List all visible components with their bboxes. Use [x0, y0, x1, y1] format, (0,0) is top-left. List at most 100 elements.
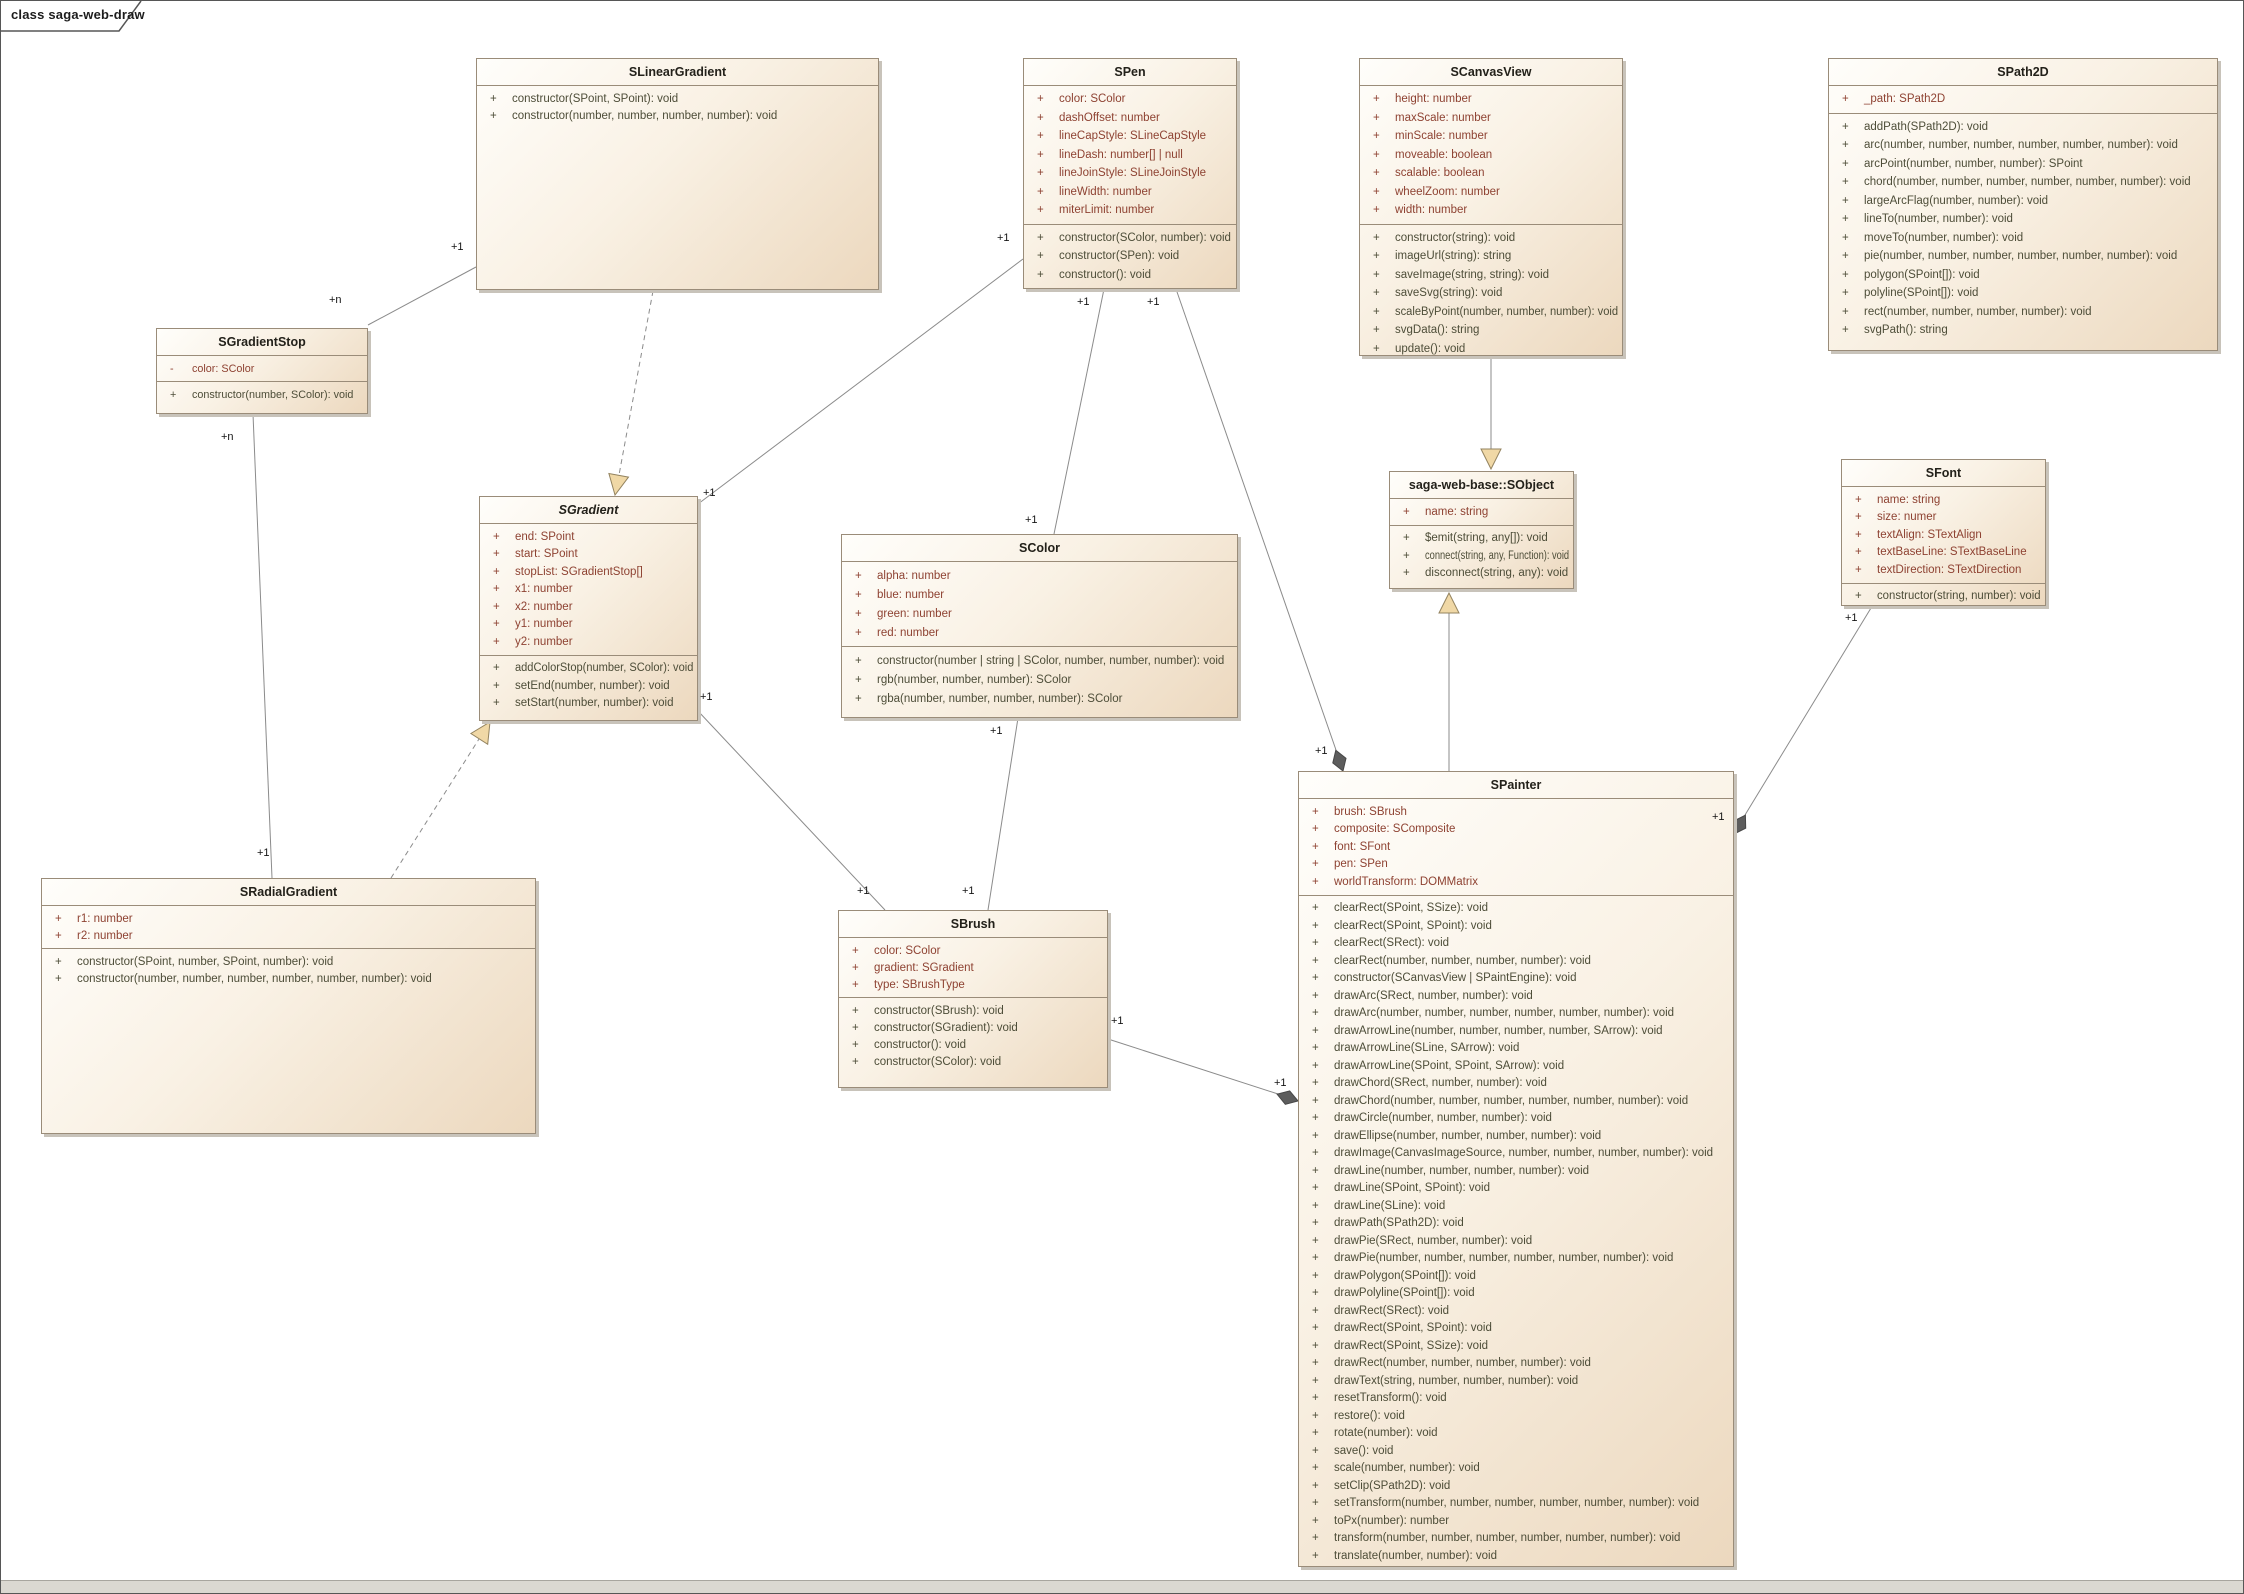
method-row[interactable]: +setEnd(number, number): void: [480, 677, 697, 695]
attr-row[interactable]: +green: number: [842, 604, 1237, 623]
method-row[interactable]: +restore(): void: [1299, 1407, 1733, 1425]
method-row[interactable]: +disconnect(string, any): void: [1390, 565, 1573, 583]
method-row[interactable]: +constructor(SPen): void: [1024, 247, 1236, 266]
method-row[interactable]: +drawChord(number, number, number, numbe…: [1299, 1092, 1733, 1110]
attr-row[interactable]: +height: number: [1360, 90, 1622, 109]
class-SCanvasView[interactable]: SCanvasView+height: number+maxScale: num…: [1359, 58, 1623, 356]
method-row[interactable]: +setStart(number, number): void: [480, 695, 697, 713]
method-row[interactable]: +drawEllipse(number, number, number, num…: [1299, 1127, 1733, 1145]
method-row[interactable]: +drawImage(CanvasImageSource, number, nu…: [1299, 1145, 1733, 1163]
method-row[interactable]: +transform(number, number, number, numbe…: [1299, 1530, 1733, 1548]
method-row[interactable]: +saveSvg(string): void: [1360, 284, 1622, 303]
method-row[interactable]: +scale(number, number): void: [1299, 1460, 1733, 1478]
method-row[interactable]: +pie(number, number, number, number, num…: [1829, 247, 2217, 266]
realization-connector[interactable]: [391, 739, 479, 878]
method-row[interactable]: +drawRect(number, number, number, number…: [1299, 1355, 1733, 1373]
attr-row[interactable]: +lineJoinStyle: SLineJoinStyle: [1024, 164, 1236, 183]
attr-row[interactable]: +alpha: number: [842, 566, 1237, 585]
attr-row[interactable]: +scalable: boolean: [1360, 164, 1622, 183]
attr-row[interactable]: +gradient: SGradient: [839, 959, 1107, 976]
method-row[interactable]: +polygon(SPoint[]): void: [1829, 266, 2217, 285]
attr-row[interactable]: +size: numer: [1842, 509, 2045, 527]
method-row[interactable]: +rgb(number, number, number): SColor: [842, 670, 1237, 689]
attr-row[interactable]: +maxScale: number: [1360, 109, 1622, 128]
class-SFont[interactable]: SFont+name: string+size: numer+textAlign…: [1841, 459, 2046, 606]
method-row[interactable]: +lineTo(number, number): void: [1829, 210, 2217, 229]
method-row[interactable]: +connect(string, any, Function): void: [1390, 547, 1573, 565]
method-row[interactable]: +drawText(string, number, number, number…: [1299, 1372, 1733, 1390]
method-row[interactable]: +update(): void: [1360, 340, 1622, 357]
attr-row[interactable]: +lineWidth: number: [1024, 183, 1236, 202]
method-row[interactable]: +scaleByPoint(number, number, number): v…: [1360, 303, 1622, 322]
attr-row[interactable]: +miterLimit: number: [1024, 201, 1236, 220]
method-row[interactable]: +rotate(number): void: [1299, 1425, 1733, 1443]
method-row[interactable]: +drawCircle(number, number, number): voi…: [1299, 1110, 1733, 1128]
method-row[interactable]: +toPx(number): number: [1299, 1512, 1733, 1530]
association-connector[interactable]: [698, 259, 1023, 504]
class-SColor[interactable]: SColor+alpha: number+blue: number+green:…: [841, 534, 1238, 718]
method-row[interactable]: +drawArrowLine(SLine, SArrow): void: [1299, 1040, 1733, 1058]
method-row[interactable]: +rect(number, number, number, number): v…: [1829, 303, 2217, 322]
method-row[interactable]: +constructor(): void: [839, 1036, 1107, 1053]
method-row[interactable]: +drawPath(SPath2D): void: [1299, 1215, 1733, 1233]
attr-row[interactable]: +r2: number: [42, 927, 535, 944]
attr-row[interactable]: +y2: number: [480, 633, 697, 651]
class-SPen[interactable]: SPen+color: SColor+dashOffset: number+li…: [1023, 58, 1237, 289]
method-row[interactable]: +drawLine(number, number, number, number…: [1299, 1162, 1733, 1180]
method-row[interactable]: +drawLine(SPoint, SPoint): void: [1299, 1180, 1733, 1198]
attr-row[interactable]: +lineCapStyle: SLineCapStyle: [1024, 127, 1236, 146]
attr-row[interactable]: +start: SPoint: [480, 546, 697, 564]
class-saga-web-base-SObject[interactable]: saga-web-base::SObject+name: string+$emi…: [1389, 471, 1574, 589]
method-row[interactable]: +constructor(SGradient): void: [839, 1019, 1107, 1036]
method-row[interactable]: +addColorStop(number, SColor): void: [480, 660, 697, 678]
class-SBrush[interactable]: SBrush+color: SColor+gradient: SGradient…: [838, 910, 1108, 1088]
attr-row[interactable]: +worldTransform: DOMMatrix: [1299, 873, 1733, 891]
attr-row[interactable]: +red: number: [842, 623, 1237, 642]
method-row[interactable]: +clearRect(number, number, number, numbe…: [1299, 952, 1733, 970]
method-row[interactable]: +drawPolyline(SPoint[]): void: [1299, 1285, 1733, 1303]
method-row[interactable]: +drawPolygon(SPoint[]): void: [1299, 1267, 1733, 1285]
attr-row[interactable]: +lineDash: number[] | null: [1024, 146, 1236, 165]
method-row[interactable]: +save(): void: [1299, 1442, 1733, 1460]
attr-row[interactable]: +wheelZoom: number: [1360, 183, 1622, 202]
method-row[interactable]: +imageUrl(string): string: [1360, 247, 1622, 266]
attr-row[interactable]: +font: SFont: [1299, 838, 1733, 856]
method-row[interactable]: +constructor(SPoint, number, SPoint, num…: [42, 953, 535, 970]
attr-row[interactable]: +y1: number: [480, 616, 697, 634]
method-row[interactable]: +clearRect(SPoint, SPoint): void: [1299, 917, 1733, 935]
method-row[interactable]: +constructor(number, number, number, num…: [477, 107, 878, 124]
method-row[interactable]: +drawArrowLine(SPoint, SPoint, SArrow): …: [1299, 1057, 1733, 1075]
attr-row[interactable]: +dashOffset: number: [1024, 109, 1236, 128]
attr-row[interactable]: +minScale: number: [1360, 127, 1622, 146]
attr-row[interactable]: +brush: SBrush: [1299, 803, 1733, 821]
method-row[interactable]: +constructor(SBrush): void: [839, 1002, 1107, 1019]
attr-row[interactable]: +stopList: SGradientStop[]: [480, 563, 697, 581]
method-row[interactable]: +addPath(SPath2D): void: [1829, 118, 2217, 137]
method-row[interactable]: +svgPath(): string: [1829, 321, 2217, 340]
attr-row[interactable]: +pen: SPen: [1299, 856, 1733, 874]
attr-row[interactable]: +blue: number: [842, 585, 1237, 604]
association-connector[interactable]: [698, 711, 885, 910]
method-row[interactable]: +clearRect(SRect): void: [1299, 935, 1733, 953]
class-SPainter[interactable]: SPainter+brush: SBrush+composite: SCompo…: [1298, 771, 1734, 1567]
attr-row[interactable]: +color: SColor: [839, 942, 1107, 959]
composition-connector[interactable]: [1108, 1039, 1278, 1094]
attr-row[interactable]: +textAlign: STextAlign: [1842, 526, 2045, 544]
composition-connector[interactable]: [1745, 608, 1871, 815]
attr-row[interactable]: +x2: number: [480, 598, 697, 616]
attr-row[interactable]: +r1: number: [42, 910, 535, 927]
attr-row[interactable]: +width: number: [1360, 201, 1622, 220]
attr-row[interactable]: +name: string: [1390, 503, 1573, 521]
class-SRadialGradient[interactable]: SRadialGradient+r1: number+r2: number+co…: [41, 878, 536, 1134]
method-row[interactable]: +clearRect(SPoint, SSize): void: [1299, 900, 1733, 918]
association-connector[interactable]: [253, 414, 272, 878]
method-row[interactable]: +setTransform(number, number, number, nu…: [1299, 1495, 1733, 1513]
attr-row[interactable]: +end: SPoint: [480, 528, 697, 546]
attr-row[interactable]: -color: SColor: [157, 360, 367, 377]
method-row[interactable]: +constructor(number | string | SColor, n…: [842, 651, 1237, 670]
attr-row[interactable]: +color: SColor: [1024, 90, 1236, 109]
method-row[interactable]: +largeArcFlag(number, number): void: [1829, 192, 2217, 211]
method-row[interactable]: +constructor(string, number): void: [1842, 588, 2045, 606]
attr-row[interactable]: +composite: SComposite: [1299, 821, 1733, 839]
attr-row[interactable]: +textBaseLine: STextBaseLine: [1842, 544, 2045, 562]
